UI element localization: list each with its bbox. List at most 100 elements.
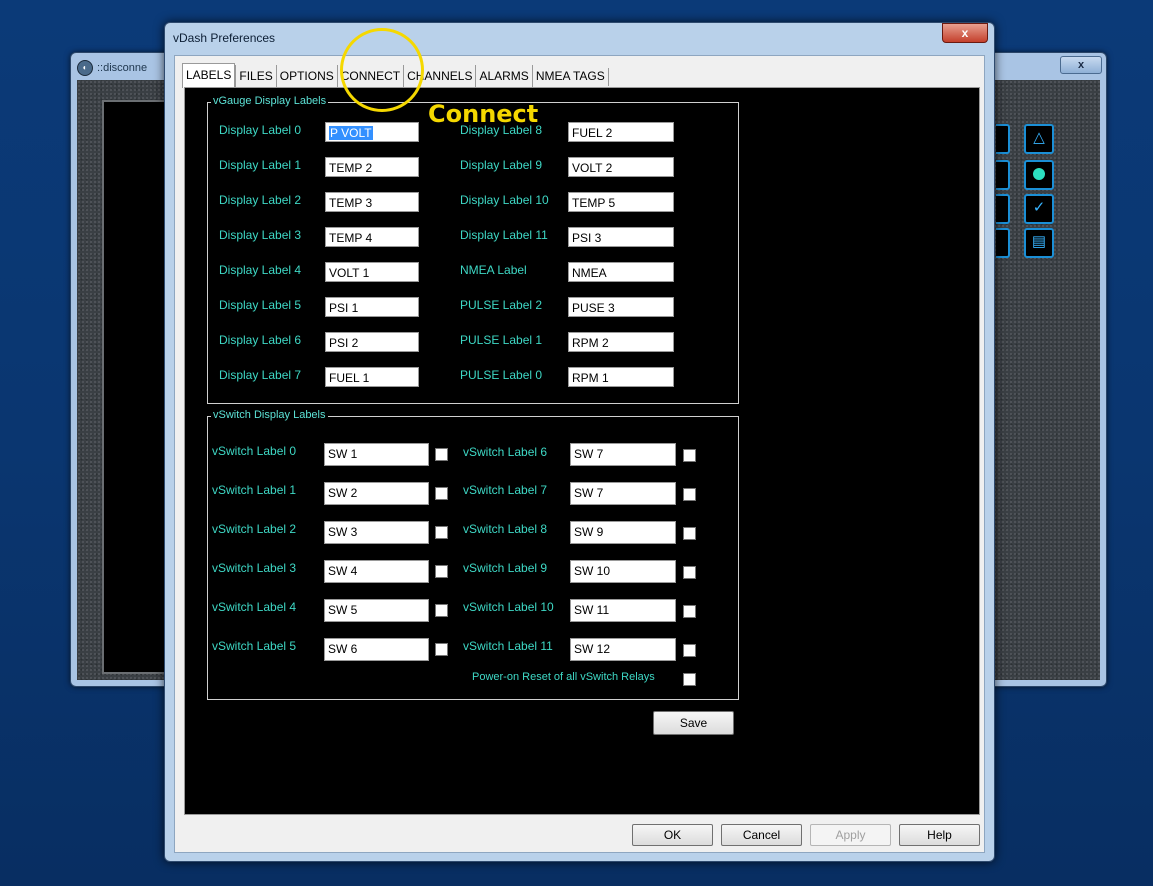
pulse-label: PULSE Label 1 <box>460 333 543 347</box>
gauge-label: Display Label 2 <box>219 193 302 207</box>
save-button[interactable]: Save <box>653 711 734 735</box>
dialog-close-button[interactable]: x <box>942 23 988 43</box>
gauge-label: Display Label 4 <box>219 263 302 277</box>
switch-checkbox[interactable] <box>683 488 696 501</box>
gauge-label: Display Label 3 <box>219 228 302 242</box>
gauge-label: Display Label 1 <box>219 158 302 172</box>
power-on-reset-checkbox[interactable] <box>683 673 696 686</box>
gauge-label: Display Label 11 <box>460 228 548 242</box>
gauge-label: Display Label 9 <box>460 158 543 172</box>
switch-label-input[interactable]: SW 5 <box>324 599 429 622</box>
dialog-body: LABELS FILES OPTIONS CONNECT CHANNELS AL… <box>174 55 985 853</box>
tab-options[interactable]: OPTIONS <box>275 65 337 87</box>
pulse-label-input[interactable]: RPM 1 <box>568 367 674 387</box>
gauge-label-input-value: P VOLT <box>329 126 373 140</box>
gauge-label-input[interactable]: FUEL 2 <box>568 122 674 142</box>
gauge-label: Display Label 7 <box>219 368 302 382</box>
background-window-title: ::disconne <box>97 62 148 74</box>
switch-label: vSwitch Label 6 <box>463 445 548 459</box>
switch-checkbox[interactable] <box>435 448 448 461</box>
background-window-title-bar[interactable]: ◐ ::disconne <box>77 59 147 77</box>
nmea-label: NMEA Label <box>460 263 527 277</box>
side-button-partial[interactable] <box>996 124 1010 154</box>
apply-button[interactable]: Apply <box>810 824 891 846</box>
switch-label-input[interactable]: SW 3 <box>324 521 429 544</box>
background-window-close-button[interactable]: x <box>1060 56 1102 74</box>
pulse-label-input[interactable]: PUSE 3 <box>568 297 674 317</box>
gauge-label-input[interactable]: VOLT 2 <box>568 157 674 177</box>
highlight-circle <box>340 28 424 112</box>
switch-checkbox[interactable] <box>683 566 696 579</box>
switch-label-input[interactable]: SW 1 <box>324 443 429 466</box>
gauge-label-input[interactable]: PSI 1 <box>325 297 419 317</box>
help-button[interactable]: Help <box>899 824 980 846</box>
pulse-label: PULSE Label 0 <box>460 368 543 382</box>
switch-checkbox[interactable] <box>683 449 696 462</box>
tab-alarms[interactable]: ALARMS <box>475 65 531 87</box>
switch-checkbox[interactable] <box>435 526 448 539</box>
ok-button[interactable]: OK <box>632 824 713 846</box>
gauge-label-input[interactable]: PSI 2 <box>325 332 419 352</box>
gauge-label-input[interactable]: TEMP 2 <box>325 157 419 177</box>
gauge-label-input[interactable]: FUEL 1 <box>325 367 419 387</box>
circle-icon[interactable] <box>1024 160 1054 190</box>
switch-label: vSwitch Label 4 <box>212 600 297 614</box>
tab-nmea-tags[interactable]: NMEA TAGS <box>531 65 608 87</box>
switch-label: vSwitch Label 2 <box>212 522 297 536</box>
switch-label: vSwitch Label 5 <box>212 639 297 653</box>
switch-checkbox[interactable] <box>435 604 448 617</box>
power-on-reset-label: Power-on Reset of all vSwitch Relays <box>472 671 655 683</box>
cancel-button[interactable]: Cancel <box>721 824 802 846</box>
gauge-label: Display Label 6 <box>219 333 302 347</box>
gauge-label: Display Label 5 <box>219 298 302 312</box>
switch-checkbox[interactable] <box>683 644 696 657</box>
gauge-label: Display Label 10 <box>460 193 549 207</box>
gauge-label-input[interactable]: TEMP 5 <box>568 192 674 212</box>
switch-label: vSwitch Label 0 <box>212 444 297 458</box>
checkmark-icon[interactable]: ✓ <box>1024 194 1054 224</box>
side-button-partial[interactable] <box>996 160 1010 190</box>
gauge-label-input[interactable]: P VOLT <box>325 122 419 142</box>
switch-label-input[interactable]: SW 7 <box>570 443 676 466</box>
switch-label-input[interactable]: SW 6 <box>324 638 429 661</box>
side-button-partial[interactable] <box>996 228 1010 258</box>
switch-label: vSwitch Label 7 <box>463 483 548 497</box>
vswitch-group-title: vSwitch Display Labels <box>211 409 328 421</box>
connect-annotation: Connect <box>428 100 539 128</box>
switch-label-input[interactable]: SW 9 <box>570 521 676 544</box>
pulse-label: PULSE Label 2 <box>460 298 543 312</box>
document-icon[interactable]: ▤ <box>1024 228 1054 258</box>
gauge-label-input[interactable]: TEMP 4 <box>325 227 419 247</box>
tab-files[interactable]: FILES <box>235 65 275 87</box>
tab-labels[interactable]: LABELS <box>182 63 236 88</box>
pulse-label-input[interactable]: RPM 2 <box>568 332 674 352</box>
app-icon: ◐ <box>77 60 93 76</box>
tab-divider <box>607 68 609 86</box>
switch-label-input[interactable]: SW 12 <box>570 638 676 661</box>
switch-label: vSwitch Label 8 <box>463 522 548 536</box>
switch-checkbox[interactable] <box>683 527 696 540</box>
gauge-label: Display Label 0 <box>219 123 302 137</box>
up-arrow-icon[interactable]: △ <box>1024 124 1054 154</box>
gauge-label-input[interactable]: PSI 3 <box>568 227 674 247</box>
switch-label-input[interactable]: SW 4 <box>324 560 429 583</box>
switch-checkbox[interactable] <box>683 605 696 618</box>
switch-label-input[interactable]: SW 2 <box>324 482 429 505</box>
switch-label-input[interactable]: SW 11 <box>570 599 676 622</box>
switch-label: vSwitch Label 11 <box>463 639 553 653</box>
switch-checkbox[interactable] <box>435 565 448 578</box>
dialog-title: vDash Preferences <box>173 31 276 45</box>
switch-label: vSwitch Label 9 <box>463 561 548 575</box>
preferences-dialog[interactable]: vDash Preferences x LABELS FILES OPTIONS… <box>164 22 995 862</box>
switch-label: vSwitch Label 10 <box>463 600 554 614</box>
side-button-partial[interactable] <box>996 194 1010 224</box>
labels-tab-panel: vGauge Display Labels Display Label 0 P … <box>184 87 980 815</box>
switch-checkbox[interactable] <box>435 643 448 656</box>
nmea-label-input[interactable]: NMEA <box>568 262 674 282</box>
switch-checkbox[interactable] <box>435 487 448 500</box>
switch-label-input[interactable]: SW 7 <box>570 482 676 505</box>
gauge-label-input[interactable]: VOLT 1 <box>325 262 419 282</box>
vgauge-group-title: vGauge Display Labels <box>211 95 329 107</box>
switch-label-input[interactable]: SW 10 <box>570 560 676 583</box>
gauge-label-input[interactable]: TEMP 3 <box>325 192 419 212</box>
